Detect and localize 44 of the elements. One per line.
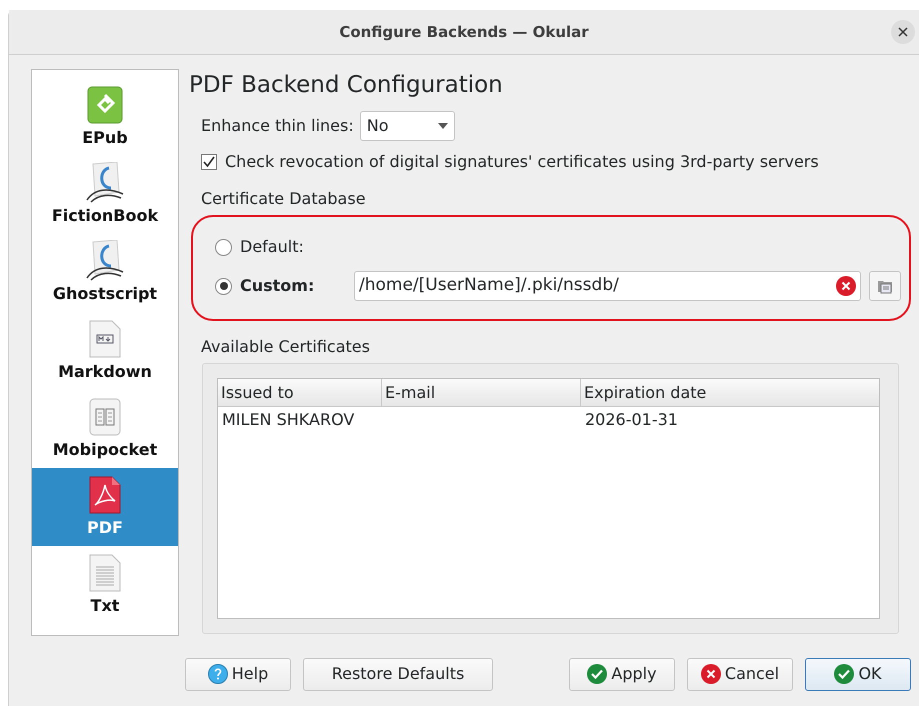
dialog-button[interactable]: Cancel [687,658,793,690]
table-cell-text: 2026-01-31 [584,409,679,431]
window-title: Configure Backends — Okular [339,22,589,43]
ebook-badge-icon [87,84,123,126]
sidebar-item[interactable]: Ghostscript [32,234,178,312]
sidebar-item[interactable]: FictionBook [32,156,178,234]
clear-icon[interactable] [836,276,856,296]
dialog-button[interactable]: Apply [569,658,675,690]
open-book-icon [88,396,122,438]
table-cell-text: MILEN SHKAROV [221,409,356,431]
dialog-button[interactable]: OK [805,658,911,690]
check-icon [834,664,854,684]
dialog-button[interactable]: Help [185,658,291,690]
radio-button[interactable] [215,238,232,256]
radio-label: Default: [240,236,304,258]
column-header[interactable]: Expiration date [581,379,879,406]
column-header[interactable]: Issued to [218,379,382,406]
help-icon [208,664,228,684]
sidebar-item[interactable]: PDF [32,468,178,546]
check-icon [587,664,608,684]
section-label: Available Certificates [201,336,371,358]
dialog-button[interactable]: Restore Defaults [303,658,493,690]
text-file-icon [88,552,122,594]
markdown-file-icon [88,318,122,360]
checkbox-label: Check revocation of digital signatures' certificates using 3rd-party servers [225,151,819,173]
section-label: Certificate Database [201,188,367,210]
field-label: Enhance thin lines: [201,115,354,137]
enhance-dropdown[interactable]: No [360,111,455,141]
radio-label: Custom: [240,275,314,297]
dropdown-arrow-icon [438,123,448,129]
column-header[interactable]: E-mail [382,379,581,406]
close-button[interactable] [891,20,915,44]
revocation-checkbox[interactable] [201,154,217,170]
browse-button[interactable] [869,271,901,301]
sidebar-item[interactable]: Mobipocket [32,390,178,468]
sidebar-item[interactable]: EPub [32,78,178,156]
pdf-file-icon [88,474,122,516]
sidebar-item[interactable]: Txt [32,546,178,624]
cancel-icon [700,664,721,684]
sidebar-item[interactable]: Markdown [32,312,178,390]
path-field[interactable]: /home/[UserName]/.pki/nssdb/ [354,271,861,301]
page-title: PDF Backend Configuration [189,71,504,100]
radio-button[interactable] [215,278,232,294]
close-icon [898,27,908,37]
